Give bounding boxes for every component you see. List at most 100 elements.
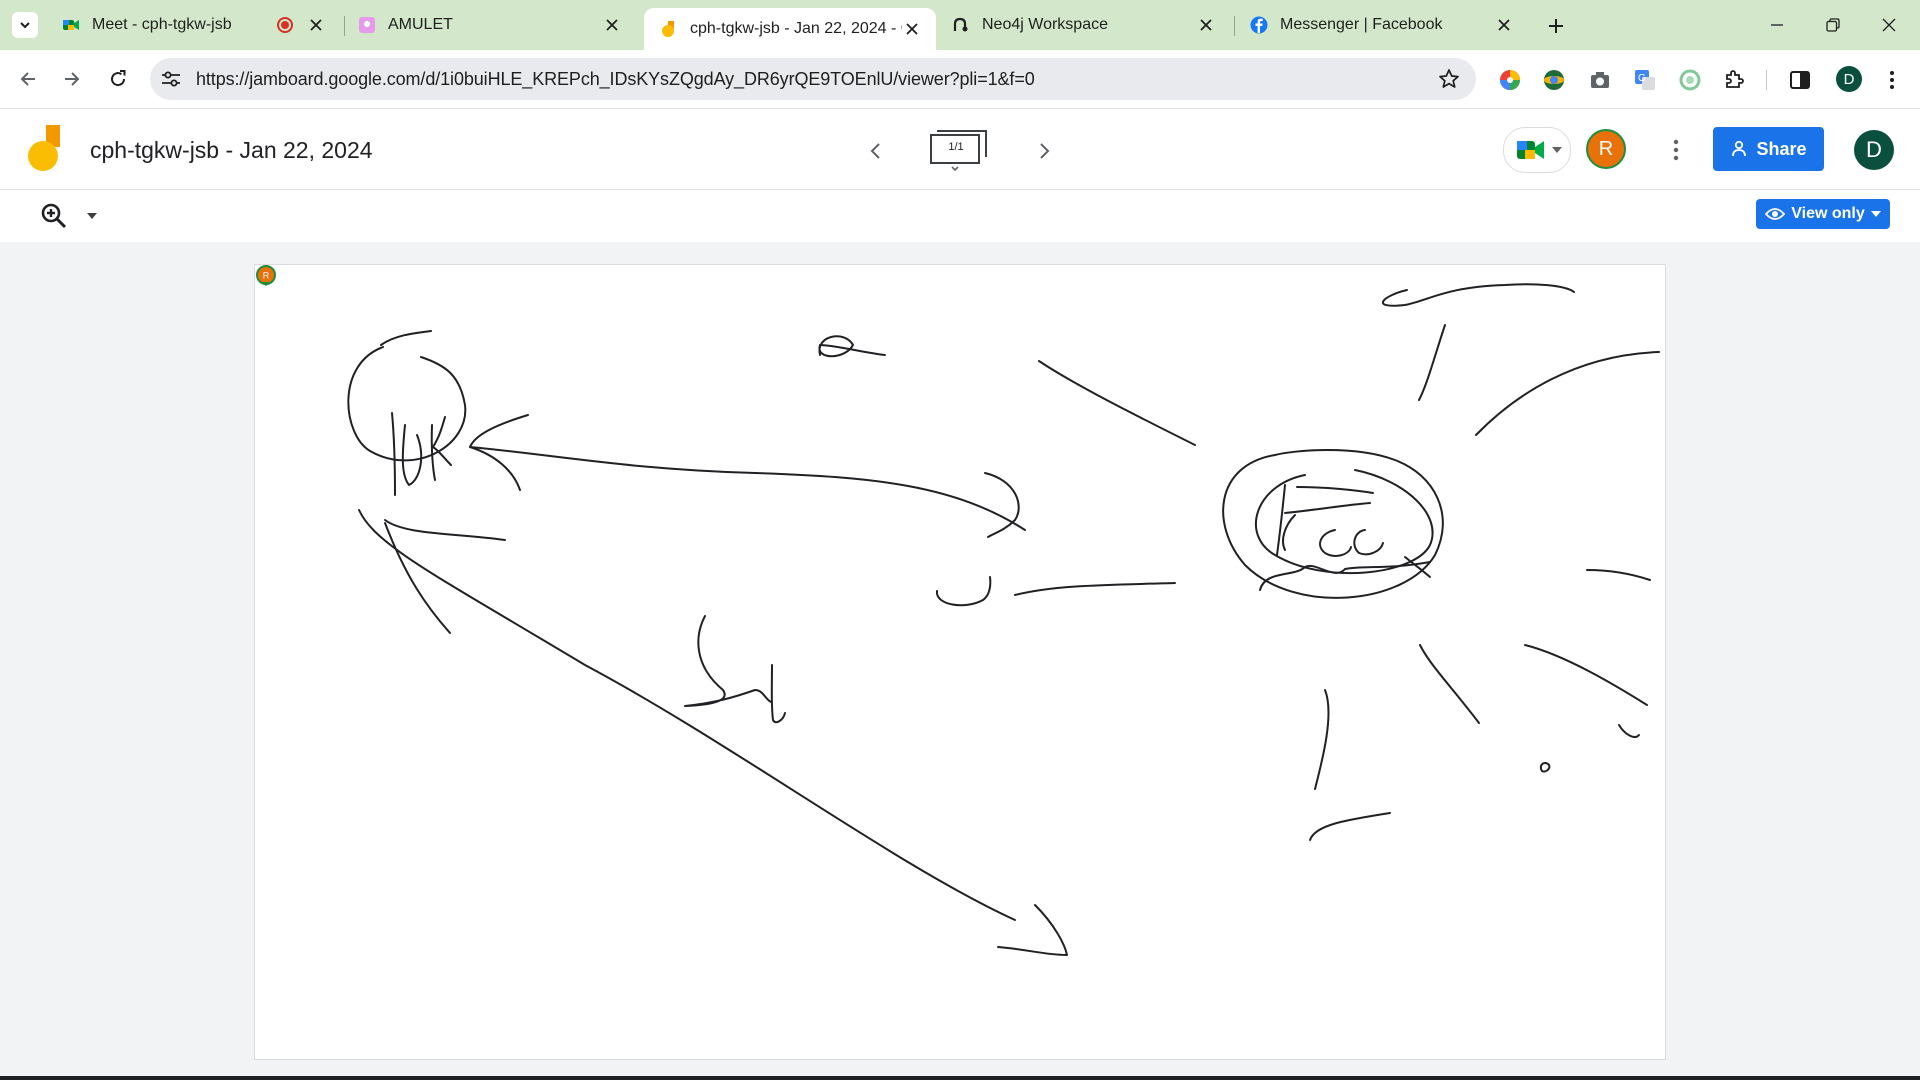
browser-menu-button[interactable]	[1880, 68, 1904, 92]
color-wheel-icon	[1500, 70, 1520, 90]
jam-title[interactable]: cph-tgkw-jsb - Jan 22, 2024	[90, 137, 373, 164]
ink-stroke	[1475, 351, 1660, 436]
address-bar[interactable]: https://jamboard.google.com/d/1i0buiHLE_…	[150, 58, 1476, 100]
ink-stroke	[1418, 324, 1446, 401]
tab-amulet[interactable]: AMULET	[342, 6, 636, 44]
tab-meet[interactable]: Meet - cph-tgkw-jsb	[46, 6, 340, 44]
new-tab-button[interactable]	[1543, 13, 1569, 39]
taskbar-edge	[0, 1076, 1920, 1080]
meet-present-button[interactable]	[1503, 127, 1571, 173]
jamboard-header: cph-tgkw-jsb - Jan 22, 2024 1/1 R Share …	[0, 109, 1920, 190]
recording-icon	[277, 17, 293, 33]
share-button[interactable]: Share	[1713, 127, 1824, 171]
ink-stroke	[1419, 644, 1480, 724]
ink-stroke	[1309, 812, 1391, 841]
plus-icon	[1549, 19, 1563, 33]
zoom-dropdown-icon[interactable]	[86, 212, 98, 220]
google-meet-icon	[63, 20, 79, 30]
tab-neo4j[interactable]: Neo4j Workspace	[936, 6, 1230, 44]
kebab-menu-icon	[1890, 71, 1894, 89]
collaborator-cursor-icon: R	[256, 265, 276, 286]
minimize-button[interactable]	[1754, 8, 1800, 42]
tab-title: Meet - cph-tgkw-jsb	[92, 16, 232, 33]
tab-search-button[interactable]	[12, 12, 38, 38]
ink-stroke	[684, 615, 772, 707]
ink-stroke	[469, 446, 1026, 531]
ink-stroke	[1296, 486, 1374, 494]
arrow-right-icon	[65, 72, 80, 86]
tab-jamboard[interactable]: cph-tgkw-jsb - Jan 22, 2024 - G	[644, 8, 936, 50]
jamboard-logo-icon[interactable]	[26, 125, 64, 173]
side-panel-button[interactable]	[1788, 68, 1812, 92]
side-panel-icon	[1790, 71, 1810, 89]
extensions-button[interactable]	[1722, 68, 1746, 92]
dark-mode-extension[interactable]	[1678, 68, 1702, 92]
bookmark-star-icon[interactable]	[1438, 68, 1460, 90]
ink-stroke	[1618, 724, 1640, 738]
google-account-avatar[interactable]: D	[1854, 130, 1894, 170]
tab-strip: Meet - cph-tgkw-jsb AMULET cph-tgkw-jsb …	[0, 0, 1920, 50]
next-frame-button[interactable]	[1032, 139, 1056, 163]
ink-stroke	[1539, 761, 1551, 773]
close-tab-icon[interactable]	[902, 19, 922, 39]
frame-bar-toggle[interactable]: 1/1	[928, 127, 990, 173]
ink-stroke	[391, 412, 396, 496]
collaborator-avatar[interactable]: R	[1586, 129, 1626, 169]
globe-extension[interactable]	[1542, 68, 1566, 92]
chevron-down-icon	[20, 22, 30, 29]
kebab-menu-icon	[1673, 139, 1679, 161]
minimize-icon	[1771, 24, 1783, 26]
ink-stroke	[401, 424, 423, 486]
ink-stroke	[935, 576, 992, 607]
close-tab-icon[interactable]	[602, 15, 622, 35]
tab-title: AMULET	[388, 16, 453, 33]
ink-stroke	[1524, 644, 1648, 706]
site-settings-icon[interactable]	[160, 69, 182, 89]
ink-stroke	[770, 664, 786, 724]
handwritten-sketch	[347, 283, 1660, 956]
screenshot-extension[interactable]	[1588, 68, 1612, 92]
collaborator-cursor-label: R	[263, 271, 270, 281]
puzzle-icon	[1726, 70, 1744, 88]
forward-button[interactable]	[56, 63, 88, 95]
previous-frame-button[interactable]	[864, 139, 888, 163]
url-text[interactable]: https://jamboard.google.com/d/1i0buiHLE_…	[196, 69, 1035, 90]
camera-icon	[1591, 72, 1609, 88]
close-tab-icon[interactable]	[1494, 15, 1514, 35]
share-label: Share	[1756, 138, 1807, 159]
ink-stroke	[1284, 502, 1371, 514]
canvas-toolbar: View only	[0, 190, 1920, 242]
back-button[interactable]	[12, 63, 44, 95]
reload-button[interactable]	[102, 63, 134, 95]
zoom-in-icon[interactable]	[40, 202, 68, 230]
ink-stroke	[1353, 529, 1384, 556]
restore-button[interactable]	[1810, 8, 1856, 42]
close-tab-icon[interactable]	[306, 15, 326, 35]
ink-stroke	[1319, 529, 1352, 557]
ink-stroke	[1586, 569, 1651, 581]
tab-title: Neo4j Workspace	[982, 16, 1108, 33]
browser-toolbar: https://jamboard.google.com/d/1i0buiHLE_…	[0, 50, 1920, 109]
caret-down-icon	[1870, 211, 1881, 217]
close-window-button[interactable]	[1866, 8, 1912, 42]
ink-stroke	[380, 330, 432, 346]
facebook-icon	[1250, 16, 1268, 34]
browser-profile-avatar[interactable]: D	[1836, 66, 1862, 92]
eye-icon	[1765, 208, 1786, 220]
jamboard-icon	[662, 21, 674, 37]
chevron-right-icon	[1040, 143, 1050, 159]
ink-stroke	[818, 335, 886, 358]
color-picker-extension[interactable]	[1498, 68, 1522, 92]
frame-indicator: 1/1	[948, 141, 964, 153]
ink-stroke	[1314, 689, 1330, 790]
ink-stroke	[1014, 582, 1176, 596]
tab-messenger[interactable]: Messenger | Facebook	[1234, 6, 1528, 44]
jam-board-frame[interactable]: R	[254, 264, 1666, 1060]
view-mode-dropdown[interactable]: View only	[1756, 199, 1890, 229]
translate-extension[interactable]: G	[1633, 68, 1657, 92]
close-tab-icon[interactable]	[1196, 15, 1216, 35]
caret-down-icon	[1552, 147, 1562, 153]
canvas-area: R	[0, 242, 1920, 1080]
svg-text:G: G	[1638, 73, 1646, 84]
more-options-button[interactable]	[1664, 135, 1688, 165]
